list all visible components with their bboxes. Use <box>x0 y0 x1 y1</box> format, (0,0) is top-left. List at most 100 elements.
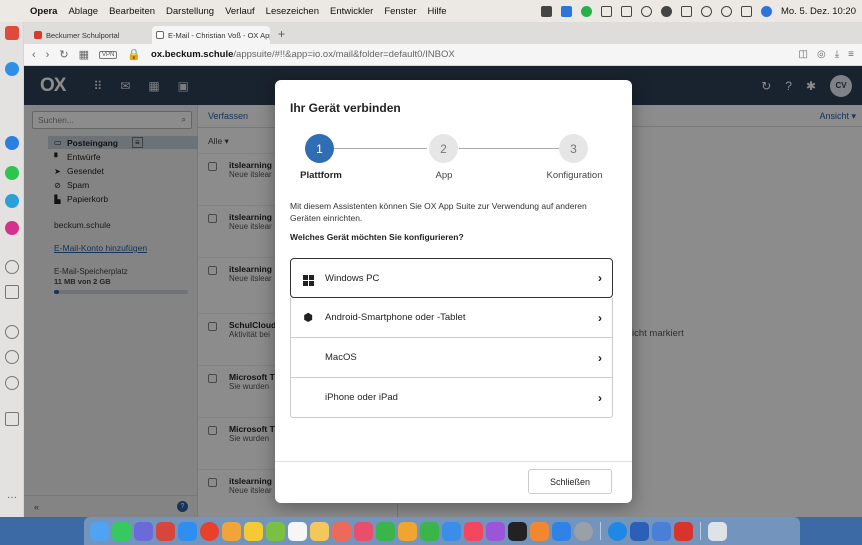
shield-icon[interactable] <box>641 5 653 17</box>
books-icon[interactable] <box>530 521 549 541</box>
forward-icon[interactable]: › <box>46 49 50 61</box>
device-option-macos[interactable]: MacOS › <box>290 338 613 378</box>
chevron-right-icon: › <box>598 310 602 325</box>
preview-icon[interactable] <box>652 521 671 541</box>
step-connector <box>330 148 427 149</box>
menu-item-verlauf[interactable]: Verlauf <box>225 6 255 17</box>
notes-app-icon[interactable] <box>310 521 329 541</box>
mail-app-icon[interactable] <box>156 521 175 541</box>
step-connector <box>459 148 559 149</box>
download-icon[interactable]: ⤓ <box>835 49 839 60</box>
menu-item-lesezeichen[interactable]: Lesezeichen <box>266 6 319 17</box>
word-icon[interactable] <box>630 521 649 541</box>
close-button[interactable]: Schließen <box>528 469 612 494</box>
grid-icon[interactable]: ▦ <box>79 48 89 61</box>
menubar-clock[interactable]: Mo. 5. Dez. 10:20 <box>781 6 856 17</box>
step-1-label: Plattform <box>300 170 342 181</box>
instagram-icon[interactable] <box>5 221 19 235</box>
step-3-circle: 3 <box>559 134 588 163</box>
reload-icon[interactable]: ↻ <box>59 48 68 61</box>
trash-icon[interactable] <box>708 521 727 541</box>
device-option-iphone[interactable]: iPhone oder iPad › <box>290 378 613 418</box>
contacts-app-icon[interactable] <box>332 521 351 541</box>
lock-icon[interactable]: 🔒 <box>127 48 141 61</box>
menu-item-bearbeiten[interactable]: Bearbeiten <box>109 6 155 17</box>
device-label: Windows PC <box>325 272 380 284</box>
maps-icon[interactable] <box>266 521 285 541</box>
numbers-icon[interactable] <box>420 521 439 541</box>
launchpad-icon[interactable] <box>134 521 153 541</box>
url-field[interactable]: ox.beckum.schule/appsuite/#!!&app=io.ox/… <box>151 49 455 60</box>
camera-icon[interactable]: ◎ <box>817 49 826 60</box>
menu-item-ablage[interactable]: Ablage <box>68 6 98 17</box>
send-icon[interactable] <box>5 285 19 299</box>
reminders-icon[interactable] <box>288 521 307 541</box>
window-icon[interactable] <box>621 5 633 17</box>
lightbulb-icon[interactable] <box>5 412 19 426</box>
system-preferences-icon[interactable] <box>574 521 593 541</box>
opera-sidebar: ··· <box>0 22 24 517</box>
extension-icon[interactable] <box>541 5 553 17</box>
menu-app[interactable]: Opera <box>30 6 57 17</box>
menu-item-entwickler[interactable]: Entwickler <box>330 6 373 17</box>
device-option-windows[interactable]: Windows PC › <box>290 258 613 298</box>
tab-email[interactable]: E-Mail - Christian Voß - OX App <box>152 26 270 44</box>
clock-icon[interactable] <box>5 350 19 364</box>
device-option-android[interactable]: ⬢ Android-Smartphone oder -Tablet › <box>290 298 613 338</box>
whatsapp-icon[interactable] <box>5 166 19 180</box>
heart-icon[interactable] <box>5 325 19 339</box>
device-label: iPhone oder iPad <box>325 392 398 403</box>
address-bar-actions: ◫ ◎ ⤓ ≡ <box>799 49 854 60</box>
menu-item-hilfe[interactable]: Hilfe <box>428 6 447 17</box>
messages-icon[interactable] <box>112 521 131 541</box>
bluetooth-icon[interactable] <box>661 5 673 17</box>
keynote-icon[interactable] <box>442 521 461 541</box>
url-host: ox.beckum.schule <box>151 49 234 60</box>
message-icon[interactable] <box>601 5 613 17</box>
screen-icon[interactable] <box>561 5 573 17</box>
tab-schulportal[interactable]: Beckumer Schulportal <box>30 26 148 44</box>
opera-logo-icon[interactable] <box>5 26 19 40</box>
pages-icon[interactable] <box>398 521 417 541</box>
opera-icon[interactable] <box>200 521 219 541</box>
windows-icon <box>301 271 315 286</box>
settings-icon[interactable] <box>5 376 19 390</box>
check-icon[interactable] <box>581 5 593 17</box>
dialog-intro: Mit diesem Assistenten können Sie OX App… <box>290 201 587 223</box>
dock-separator <box>700 522 701 540</box>
siri-icon[interactable] <box>761 5 773 17</box>
connect-device-dialog: Ihr Gerät verbinden 1 2 3 Plattform App … <box>275 80 632 503</box>
podcasts-icon[interactable] <box>486 521 505 541</box>
app-store-icon[interactable] <box>552 521 571 541</box>
safari-icon[interactable] <box>178 521 197 541</box>
menu-item-fenster[interactable]: Fenster <box>384 6 416 17</box>
home-icon[interactable] <box>5 62 19 76</box>
new-tab-button[interactable]: + <box>278 27 285 41</box>
vpn-badge[interactable]: VPN <box>98 50 118 59</box>
battery-icon[interactable] <box>681 5 693 17</box>
teamviewer-icon[interactable] <box>608 521 627 541</box>
music-icon[interactable] <box>464 521 483 541</box>
back-icon[interactable]: ‹ <box>32 49 36 61</box>
messenger-icon[interactable] <box>5 136 19 150</box>
menu-icon[interactable]: ≡ <box>848 49 854 60</box>
notes-icon[interactable] <box>244 521 263 541</box>
finder-icon[interactable] <box>90 521 109 541</box>
control-center-icon[interactable] <box>741 5 753 17</box>
tab-label: Beckumer Schulportal <box>46 30 120 40</box>
more-icon[interactable]: ··· <box>5 493 19 508</box>
wifi-icon[interactable] <box>701 5 713 17</box>
snapshot-icon[interactable]: ◫ <box>799 49 808 60</box>
calendar-app-icon[interactable] <box>354 521 373 541</box>
mac-menubar: Opera Ablage Bearbeiten Darstellung Verl… <box>0 0 862 22</box>
photos-icon[interactable] <box>222 521 241 541</box>
tv-icon[interactable] <box>508 521 527 541</box>
facetime-icon[interactable] <box>376 521 395 541</box>
android-icon: ⬢ <box>303 312 313 324</box>
player-icon[interactable] <box>5 260 19 274</box>
telegram-icon[interactable] <box>5 194 19 208</box>
acrobat-icon[interactable] <box>674 521 693 541</box>
search-icon[interactable] <box>721 5 733 17</box>
menu-item-darstellung[interactable]: Darstellung <box>166 6 214 17</box>
device-list: Windows PC › ⬢ Android-Smartphone oder -… <box>290 258 613 418</box>
